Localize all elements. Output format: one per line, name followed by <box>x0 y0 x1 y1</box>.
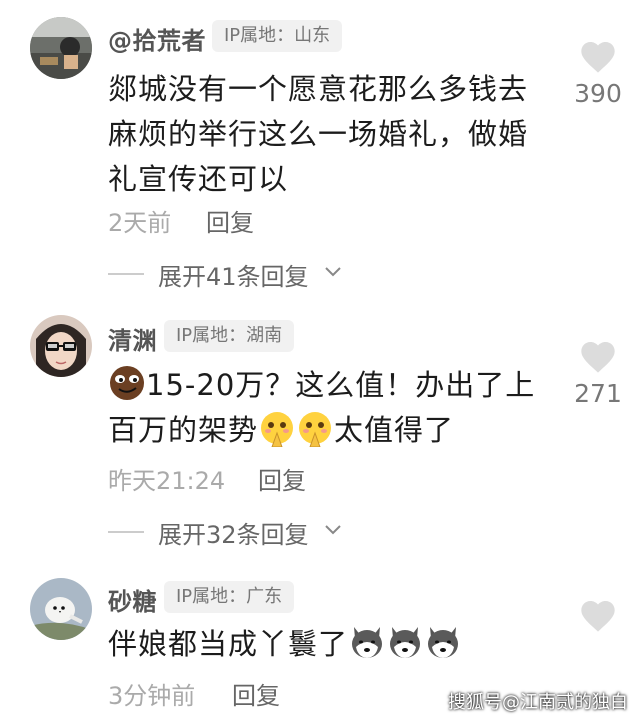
username[interactable]: 砂糖 <box>108 582 157 617</box>
like-count: 390 <box>574 79 622 108</box>
ip-location-badge: IP属地：湖南 <box>164 320 295 352</box>
reply-button[interactable]: 回复 <box>258 461 306 496</box>
expand-replies-button[interactable]: 展开32条回复 <box>108 515 348 549</box>
username[interactable]: 清渊 <box>108 321 157 356</box>
timestamp: 昨天21:24 <box>108 467 226 495</box>
like-count: 271 <box>574 379 622 408</box>
timestamp: 3分钟前 <box>108 682 196 710</box>
comment-text: 伴娘都当成丫鬟了 <box>108 622 568 667</box>
husky-dog-emoji <box>348 623 386 661</box>
watermark: 搜狐号@江南贰的独白 <box>448 692 628 713</box>
praying-face-emoji <box>258 409 296 447</box>
husky-dog-emoji <box>424 623 462 661</box>
expand-replies-label: 展开41条回复 <box>158 263 309 291</box>
timestamp: 2天前 <box>108 209 172 237</box>
comment-text: 15-20万？这么值！办出了上百万的架势 太值得了 <box>108 363 548 453</box>
heart-icon[interactable] <box>578 37 618 77</box>
expand-replies-label: 展开32条回复 <box>158 521 309 549</box>
divider <box>108 273 144 275</box>
avatar[interactable] <box>30 315 92 377</box>
username[interactable]: @拾荒者 <box>108 21 206 56</box>
heart-icon[interactable] <box>578 337 618 377</box>
avatar-image <box>30 17 92 79</box>
avatar[interactable] <box>30 578 92 640</box>
avatar-image <box>30 578 92 640</box>
avatar-image <box>30 315 92 377</box>
smirk-face-emoji <box>108 364 146 402</box>
reply-button[interactable]: 回复 <box>232 676 280 711</box>
chevron-down-icon <box>325 267 341 277</box>
comment-text-part: 伴娘都当成丫鬟了 <box>108 627 349 661</box>
divider <box>108 531 144 533</box>
comment-item: 清渊 IP属地：湖南 15-20万？这么值！办出了上百万的架势 太值得了 271… <box>0 315 640 565</box>
comment-text-part: 太值得了 <box>334 413 455 447</box>
comment-item: @拾荒者 IP属地：山东 郯城没有一个愿意花那么多钱去麻烦的举行这么一场婚礼，做… <box>0 15 640 305</box>
expand-replies-button[interactable]: 展开41条回复 <box>108 257 348 291</box>
heart-icon[interactable] <box>578 596 618 636</box>
reply-button[interactable]: 回复 <box>206 203 254 238</box>
ip-location-badge: IP属地：广东 <box>164 581 295 613</box>
comment-text: 郯城没有一个愿意花那么多钱去麻烦的举行这么一场婚礼，做婚礼宣传还可以 <box>108 72 529 196</box>
husky-dog-emoji <box>386 623 424 661</box>
praying-face-emoji <box>296 409 334 447</box>
avatar[interactable] <box>30 17 92 79</box>
chevron-down-icon <box>325 525 341 535</box>
ip-location-badge: IP属地：山东 <box>212 20 343 52</box>
